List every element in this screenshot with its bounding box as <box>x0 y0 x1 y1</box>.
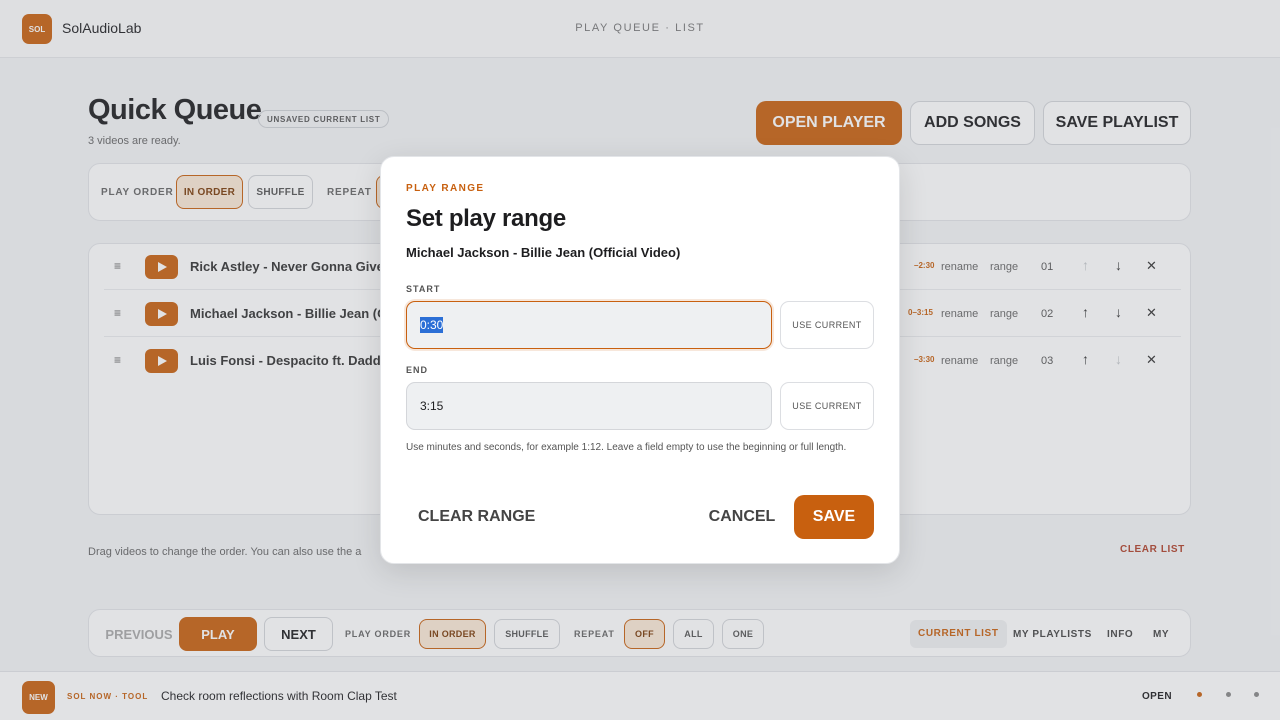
dialog-song-title: Michael Jackson - Billie Jean (Official … <box>406 245 681 260</box>
end-use-current-button[interactable]: USE CURRENT <box>780 382 874 430</box>
end-label: END <box>406 365 429 375</box>
play-range-dialog: PLAY RANGE Set play range Michael Jackso… <box>380 156 900 564</box>
dialog-title: Set play range <box>406 205 566 232</box>
dialog-kicker: PLAY RANGE <box>406 183 485 194</box>
start-label: START <box>406 284 441 294</box>
start-use-current-button[interactable]: USE CURRENT <box>780 301 874 349</box>
dialog-help-text: Use minutes and seconds, for example 1:1… <box>406 442 847 453</box>
start-value: 0:30 <box>420 317 444 333</box>
start-input[interactable]: 0:30 <box>406 301 772 349</box>
cancel-button[interactable]: CANCEL <box>699 495 785 539</box>
end-input[interactable] <box>406 382 772 430</box>
clear-range-button[interactable]: CLEAR RANGE <box>406 495 566 539</box>
save-button[interactable]: SAVE <box>794 495 874 539</box>
